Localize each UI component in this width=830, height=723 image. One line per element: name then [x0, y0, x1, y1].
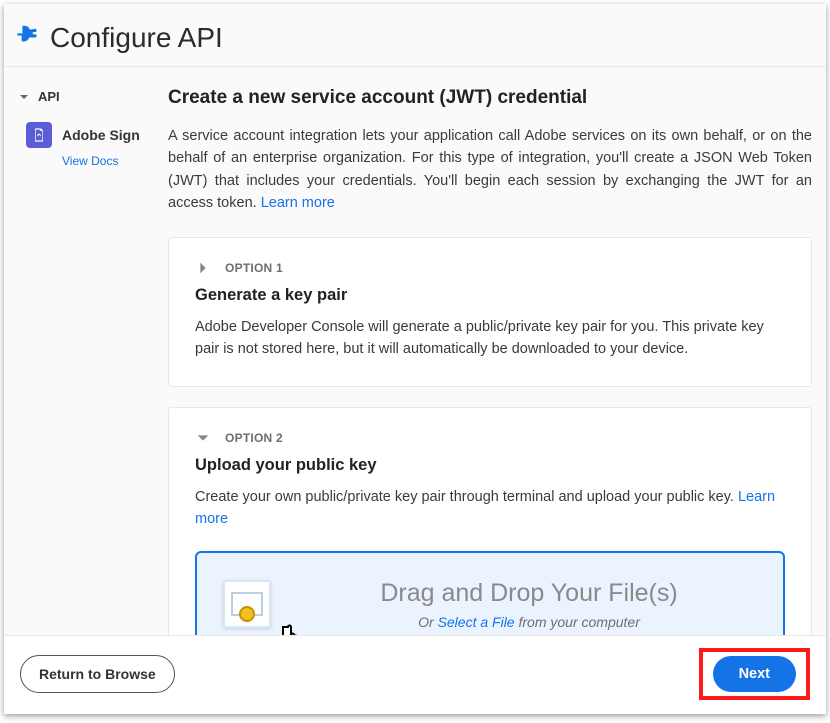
- option-label: OPTION 1: [225, 261, 283, 275]
- sidebar: API Adobe Sign View Docs: [18, 87, 162, 705]
- option-1-card[interactable]: OPTION 1 Generate a key pair Adobe Devel…: [168, 237, 812, 388]
- select-file-link[interactable]: Select a File: [438, 614, 515, 630]
- api-group-header[interactable]: API: [18, 87, 162, 122]
- option-title: Upload your public key: [195, 456, 785, 475]
- dropzone-sub-text: Or Select a File from your computer: [301, 614, 757, 630]
- plug-icon: [14, 23, 40, 54]
- main-title: Create a new service account (JWT) crede…: [168, 87, 812, 109]
- adobe-sign-icon: [26, 122, 52, 148]
- chevron-down-icon: [195, 430, 211, 446]
- option-title: Generate a key pair: [195, 286, 785, 305]
- view-docs-link[interactable]: View Docs: [62, 154, 162, 168]
- page-header: Configure API: [4, 4, 826, 67]
- next-button-highlight: Next: [699, 648, 810, 700]
- sidebar-item-adobe-sign[interactable]: Adobe Sign: [18, 122, 162, 148]
- next-button[interactable]: Next: [713, 656, 796, 692]
- main-description: A service account integration lets your …: [168, 125, 812, 215]
- footer: Return to Browse Next: [4, 635, 826, 714]
- option-description: Adobe Developer Console will generate a …: [195, 317, 785, 361]
- chevron-down-icon: [18, 91, 30, 103]
- certificate-icon: [223, 580, 271, 628]
- api-group-label: API: [38, 89, 60, 104]
- option-description: Create your own public/private key pair …: [195, 487, 785, 531]
- page-title: Configure API: [50, 22, 223, 54]
- chevron-right-icon: [195, 260, 211, 276]
- main-content: Create a new service account (JWT) crede…: [162, 87, 812, 705]
- return-to-browse-button[interactable]: Return to Browse: [20, 655, 175, 693]
- learn-more-link[interactable]: Learn more: [261, 195, 335, 211]
- option-label: OPTION 2: [225, 431, 283, 445]
- dropzone-main-text: Drag and Drop Your File(s): [301, 579, 757, 608]
- sidebar-item-label: Adobe Sign: [62, 127, 140, 143]
